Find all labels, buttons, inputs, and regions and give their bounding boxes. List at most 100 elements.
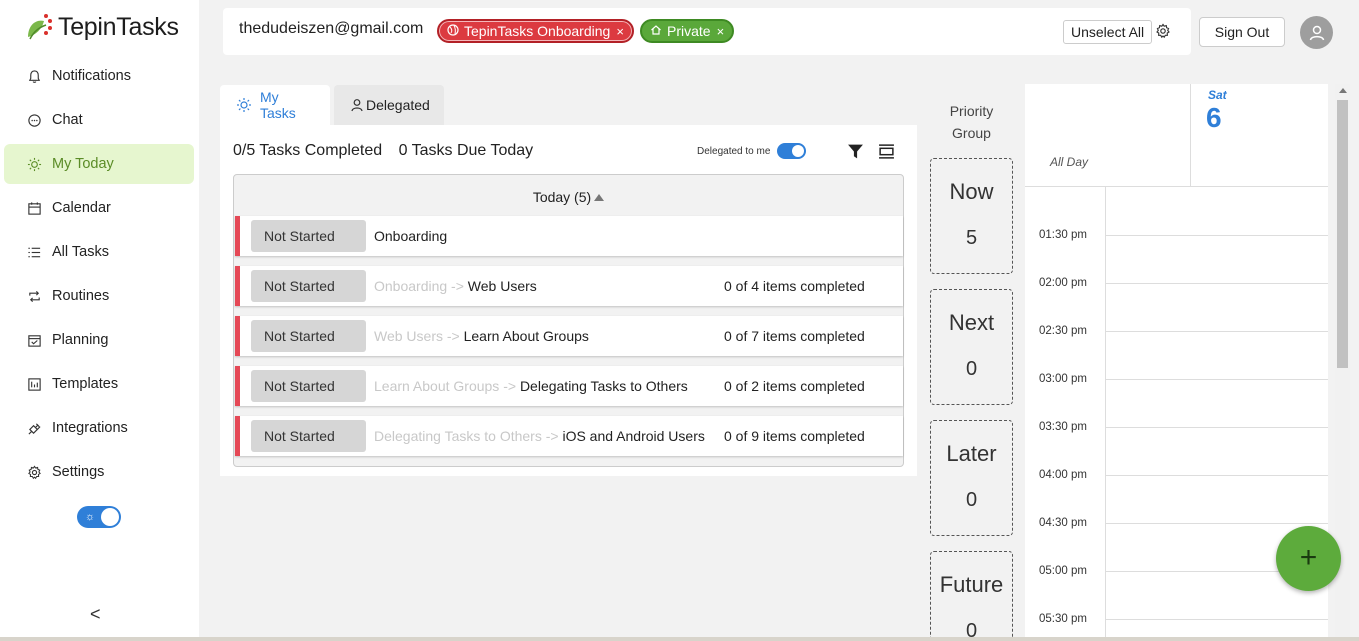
- theme-toggle[interactable]: ☼: [77, 506, 121, 528]
- sidebar-item-chat[interactable]: Chat: [4, 100, 194, 140]
- expand-collapse-icon[interactable]: [878, 143, 895, 160]
- filter-icon[interactable]: [847, 143, 864, 160]
- task-row[interactable]: Not Started Onboarding: [235, 216, 903, 256]
- group-chip-onboarding[interactable]: TepinTasks Onboarding ×: [437, 19, 634, 43]
- priority-box-future[interactable]: Future 0: [930, 551, 1013, 641]
- priority-title-line: Priority: [949, 103, 994, 119]
- top-bar: thedudeiszen@gmail.com TepinTasks Onboar…: [223, 8, 1191, 55]
- task-status-button[interactable]: Not Started: [251, 270, 366, 302]
- close-icon[interactable]: ×: [717, 24, 725, 39]
- task-row[interactable]: Not Started Web Users -> Learn About Gro…: [235, 316, 903, 356]
- time-label: 01:30 pm: [1039, 229, 1087, 241]
- user-icon: [1309, 25, 1324, 40]
- sun-icon: [26, 156, 42, 172]
- sidebar-item-calendar[interactable]: Calendar: [4, 188, 194, 228]
- task-status-button[interactable]: Not Started: [251, 420, 366, 452]
- sidebar-item-planning[interactable]: Planning: [4, 320, 194, 360]
- gear-icon[interactable]: [1155, 23, 1171, 39]
- avatar[interactable]: [1300, 16, 1333, 49]
- task-name: Delegating Tasks to Others: [519, 378, 688, 394]
- sign-out-button[interactable]: Sign Out: [1199, 17, 1285, 47]
- day-number[interactable]: 6: [1206, 102, 1222, 134]
- person-icon: [350, 98, 364, 112]
- scroll-thumb[interactable]: [1337, 100, 1348, 368]
- tasks-completed-count: 0/5 Tasks Completed: [233, 142, 383, 159]
- task-status-button[interactable]: Not Started: [251, 220, 366, 252]
- time-label: 02:00 pm: [1039, 277, 1087, 289]
- priority-box-later[interactable]: Later 0: [930, 420, 1013, 536]
- calendar-icon: [26, 200, 42, 216]
- tasks-due-count: 0 Tasks Due Today: [398, 142, 534, 159]
- sidebar-item-settings[interactable]: Settings: [4, 452, 194, 492]
- sidebar: TepinTasks Notifications Chat My Today C…: [0, 0, 199, 641]
- all-day-label: All Day: [1050, 155, 1089, 169]
- sidebar-item-routines[interactable]: Routines: [4, 276, 194, 316]
- globe-icon: [447, 23, 459, 39]
- group-header-today[interactable]: Today (5): [234, 175, 903, 215]
- sidebar-item-all-tasks[interactable]: All Tasks: [4, 232, 194, 272]
- time-label: 03:00 pm: [1039, 373, 1087, 385]
- task-title: Learn About Groups -> Delegating Tasks t…: [374, 378, 716, 394]
- close-icon[interactable]: ×: [616, 24, 624, 39]
- template-icon: [26, 376, 42, 392]
- chat-bubble-icon: [26, 112, 42, 128]
- task-row[interactable]: Not Started Delegating Tasks to Others -…: [235, 416, 903, 456]
- task-row[interactable]: Not Started Learn About Groups -> Delega…: [235, 366, 903, 406]
- time-slot-line: [1105, 235, 1328, 236]
- time-label: 05:00 pm: [1039, 565, 1087, 577]
- task-status-button[interactable]: Not Started: [251, 370, 366, 402]
- sidebar-item-label: My Today: [52, 156, 114, 172]
- user-email: thedudeiszen@gmail.com: [239, 20, 424, 37]
- time-slot-line: [1105, 331, 1328, 332]
- task-row[interactable]: Not Started Onboarding -> Web Users 0 of…: [235, 266, 903, 306]
- task-status-button[interactable]: Not Started: [251, 320, 366, 352]
- scroll-up-arrow-icon[interactable]: [1339, 88, 1347, 93]
- priority-box-now[interactable]: Now 5: [930, 158, 1013, 274]
- repeat-icon: [26, 288, 42, 304]
- tab-delegated[interactable]: Delegated: [334, 85, 444, 125]
- divider: [1105, 187, 1106, 641]
- add-task-button[interactable]: +: [1276, 526, 1341, 591]
- sidebar-item-my-today[interactable]: My Today: [4, 144, 194, 184]
- priority-box-next[interactable]: Next 0: [930, 289, 1013, 405]
- tasks-summary: 0/5 Tasks Completed 0 Tasks Due Today: [233, 142, 533, 160]
- tab-my-tasks[interactable]: My Tasks: [220, 85, 330, 125]
- sidebar-item-label: Routines: [52, 288, 110, 304]
- group-header-label: Today (5): [532, 189, 592, 205]
- plug-icon: [26, 420, 42, 436]
- group-chip-private[interactable]: Private ×: [640, 19, 735, 43]
- home-icon: [650, 24, 662, 39]
- sidebar-item-label: All Tasks: [52, 244, 109, 260]
- priority-count: 0: [965, 489, 978, 511]
- priority-label: Now: [949, 179, 994, 204]
- task-name: Onboarding: [374, 228, 448, 244]
- tab-label: My Tasks: [260, 89, 296, 121]
- task-title: Onboarding -> Web Users: [374, 278, 716, 294]
- sidebar-item-label: Integrations: [52, 420, 128, 436]
- task-group-today: Today (5) Not Started Onboarding Not Sta…: [233, 174, 904, 467]
- day-name: Sat: [1208, 88, 1227, 102]
- chip-label: Private: [667, 23, 711, 39]
- toggle-knob: [101, 508, 119, 526]
- task-parent-path: Learn About Groups ->: [374, 378, 520, 394]
- unselect-all-button[interactable]: Unselect All: [1063, 20, 1153, 44]
- calendar-header: All Day Sat 6: [1025, 84, 1328, 187]
- time-slot-line: [1105, 523, 1328, 524]
- calendar-check-icon: [26, 332, 42, 348]
- task-parent-path: Web Users ->: [374, 328, 464, 344]
- sidebar-item-templates[interactable]: Templates: [4, 364, 194, 404]
- app-logo[interactable]: TepinTasks: [24, 10, 179, 44]
- app-name: TepinTasks: [58, 12, 179, 41]
- sun-icon: [236, 97, 252, 113]
- delegated-to-me-toggle[interactable]: [777, 143, 806, 159]
- priority-title-line: Group: [952, 125, 991, 141]
- time-label: 02:30 pm: [1039, 325, 1087, 337]
- sidebar-item-integrations[interactable]: Integrations: [4, 408, 194, 448]
- task-title: Web Users -> Learn About Groups: [374, 328, 716, 344]
- collapse-sidebar-button[interactable]: <: [90, 604, 101, 625]
- sidebar-item-label: Calendar: [52, 200, 111, 216]
- time-label: 04:30 pm: [1039, 517, 1087, 529]
- sidebar-item-notifications[interactable]: Notifications: [4, 56, 194, 96]
- task-name: iOS and Android Users: [562, 428, 705, 444]
- time-label: 05:30 pm: [1039, 613, 1087, 625]
